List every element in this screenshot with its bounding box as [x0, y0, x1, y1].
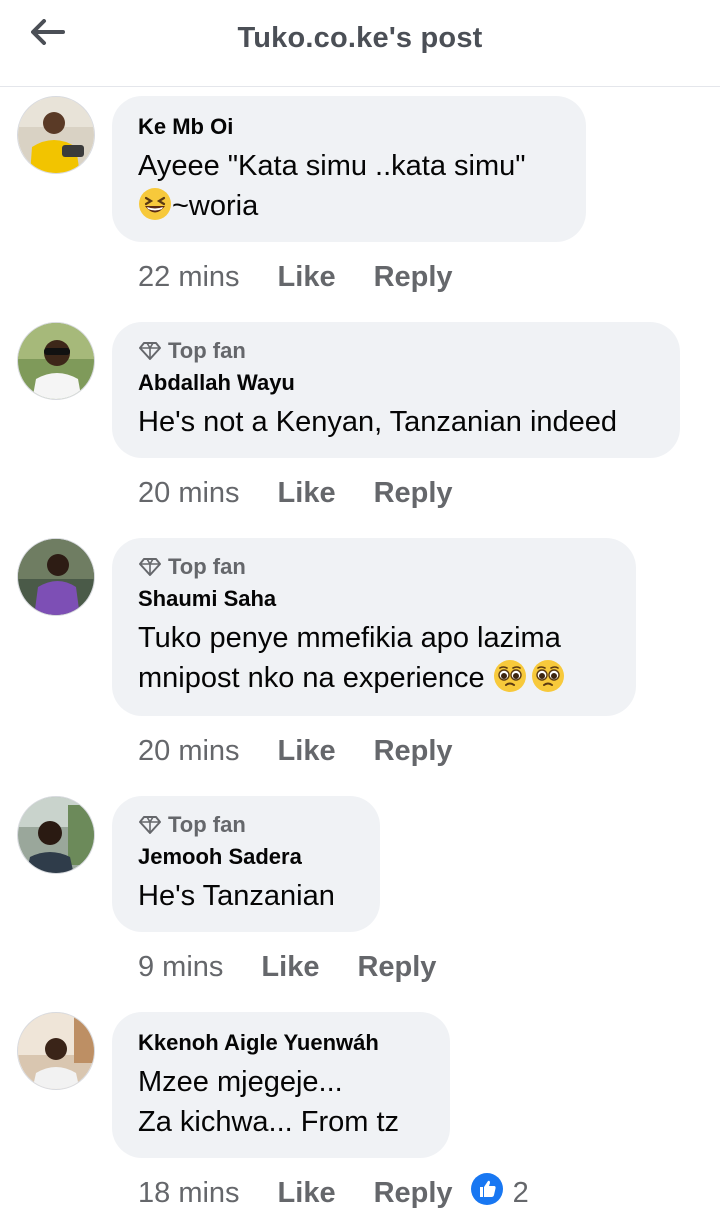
reply-button[interactable]: Reply — [374, 477, 453, 510]
comment-actions: 18 mins Like Reply 2 — [138, 1173, 529, 1213]
reply-button[interactable]: Reply — [374, 1177, 453, 1210]
comment-text-line: He's Tanzanian — [138, 880, 335, 912]
avatar[interactable] — [17, 1012, 95, 1090]
avatar[interactable] — [17, 538, 95, 616]
top-fan-label: Top fan — [168, 338, 246, 363]
comment-author[interactable]: Ke Mb Oi — [138, 112, 560, 142]
comment-text-suffix: ~woria — [172, 190, 259, 222]
comment-actions: 20 mins Like Reply — [138, 473, 453, 513]
comment-bubble: Kkenoh Aigle Yuenwáh Mzee mjegeje... Za … — [112, 1012, 450, 1158]
like-button[interactable]: Like — [278, 477, 336, 510]
avatar[interactable] — [17, 322, 95, 400]
comment-time[interactable]: 20 mins — [138, 477, 240, 510]
comment-text-line: He's not a Kenyan, Tanzanian indeed — [138, 406, 618, 438]
comment-actions: 20 mins Like Reply — [138, 731, 453, 771]
comment-time[interactable]: 18 mins — [138, 1177, 240, 1210]
comment-author[interactable]: Shaumi Saha — [138, 584, 610, 614]
top-fan-label: Top fan — [168, 554, 246, 579]
pleading-face-emoji — [531, 659, 565, 704]
comment-text-line-2: Za kichwa... From tz — [138, 1106, 400, 1138]
post-comments-page: Tuko.co.ke's post Ke Mb Oi Ayeee "Kata s… — [0, 0, 720, 1216]
top-fan-badge: Top fan — [138, 810, 354, 840]
reply-button[interactable]: Reply — [357, 951, 436, 984]
reaction-count: 2 — [512, 1176, 529, 1209]
comment-bubble: Top fan Shaumi Saha Tuko penye mmefikia … — [112, 538, 636, 716]
comment-bubble: Top fan Abdallah Wayu He's not a Kenyan,… — [112, 322, 680, 458]
comment-text-line-2: ~woria — [138, 186, 560, 232]
comment-text-line: Mzee mjegeje... — [138, 1066, 343, 1098]
comment-text-line: Tuko penye mmefikia apo lazima — [138, 622, 561, 654]
diamond-icon — [138, 557, 162, 577]
comment-author[interactable]: Jemooh Sadera — [138, 842, 354, 872]
like-button[interactable]: Like — [278, 261, 336, 294]
comment-text-line-2: mnipost nko na experience — [138, 658, 610, 704]
top-fan-label: Top fan — [168, 812, 246, 837]
comment-text-content: mnipost nko na experience — [138, 662, 485, 694]
comment-actions: 9 mins Like Reply — [138, 947, 436, 987]
diamond-icon — [138, 815, 162, 835]
comment-actions: 22 mins Like Reply — [138, 257, 453, 297]
pleading-face-emoji — [493, 659, 527, 704]
comment-author[interactable]: Kkenoh Aigle Yuenwáh — [138, 1028, 424, 1058]
page-title: Tuko.co.ke's post — [237, 22, 483, 54]
comment-time[interactable]: 20 mins — [138, 735, 240, 768]
top-fan-badge: Top fan — [138, 336, 654, 366]
reply-button[interactable]: Reply — [374, 735, 453, 768]
comment-time[interactable]: 22 mins — [138, 261, 240, 294]
reaction-summary[interactable]: 2 — [470, 1173, 529, 1213]
like-button[interactable]: Like — [278, 1177, 336, 1210]
comment-time[interactable]: 9 mins — [138, 951, 223, 984]
comment-bubble: Ke Mb Oi Ayeee "Kata simu ..kata simu" ~… — [112, 96, 586, 242]
grinning-squinting-face-emoji — [138, 187, 172, 232]
comment-bubble: Top fan Jemooh Sadera He's Tanzanian — [112, 796, 380, 932]
like-button[interactable]: Like — [278, 735, 336, 768]
avatar[interactable] — [17, 796, 95, 874]
like-button[interactable]: Like — [261, 951, 319, 984]
comment-author[interactable]: Abdallah Wayu — [138, 368, 654, 398]
comment-text-line: Ayeee "Kata simu ..kata simu" — [138, 150, 526, 182]
avatar[interactable] — [17, 96, 95, 174]
reply-button[interactable]: Reply — [374, 261, 453, 294]
top-bar: Tuko.co.ke's post — [0, 0, 720, 87]
diamond-icon — [138, 341, 162, 361]
top-fan-badge: Top fan — [138, 552, 610, 582]
like-reaction-icon — [470, 1173, 503, 1213]
